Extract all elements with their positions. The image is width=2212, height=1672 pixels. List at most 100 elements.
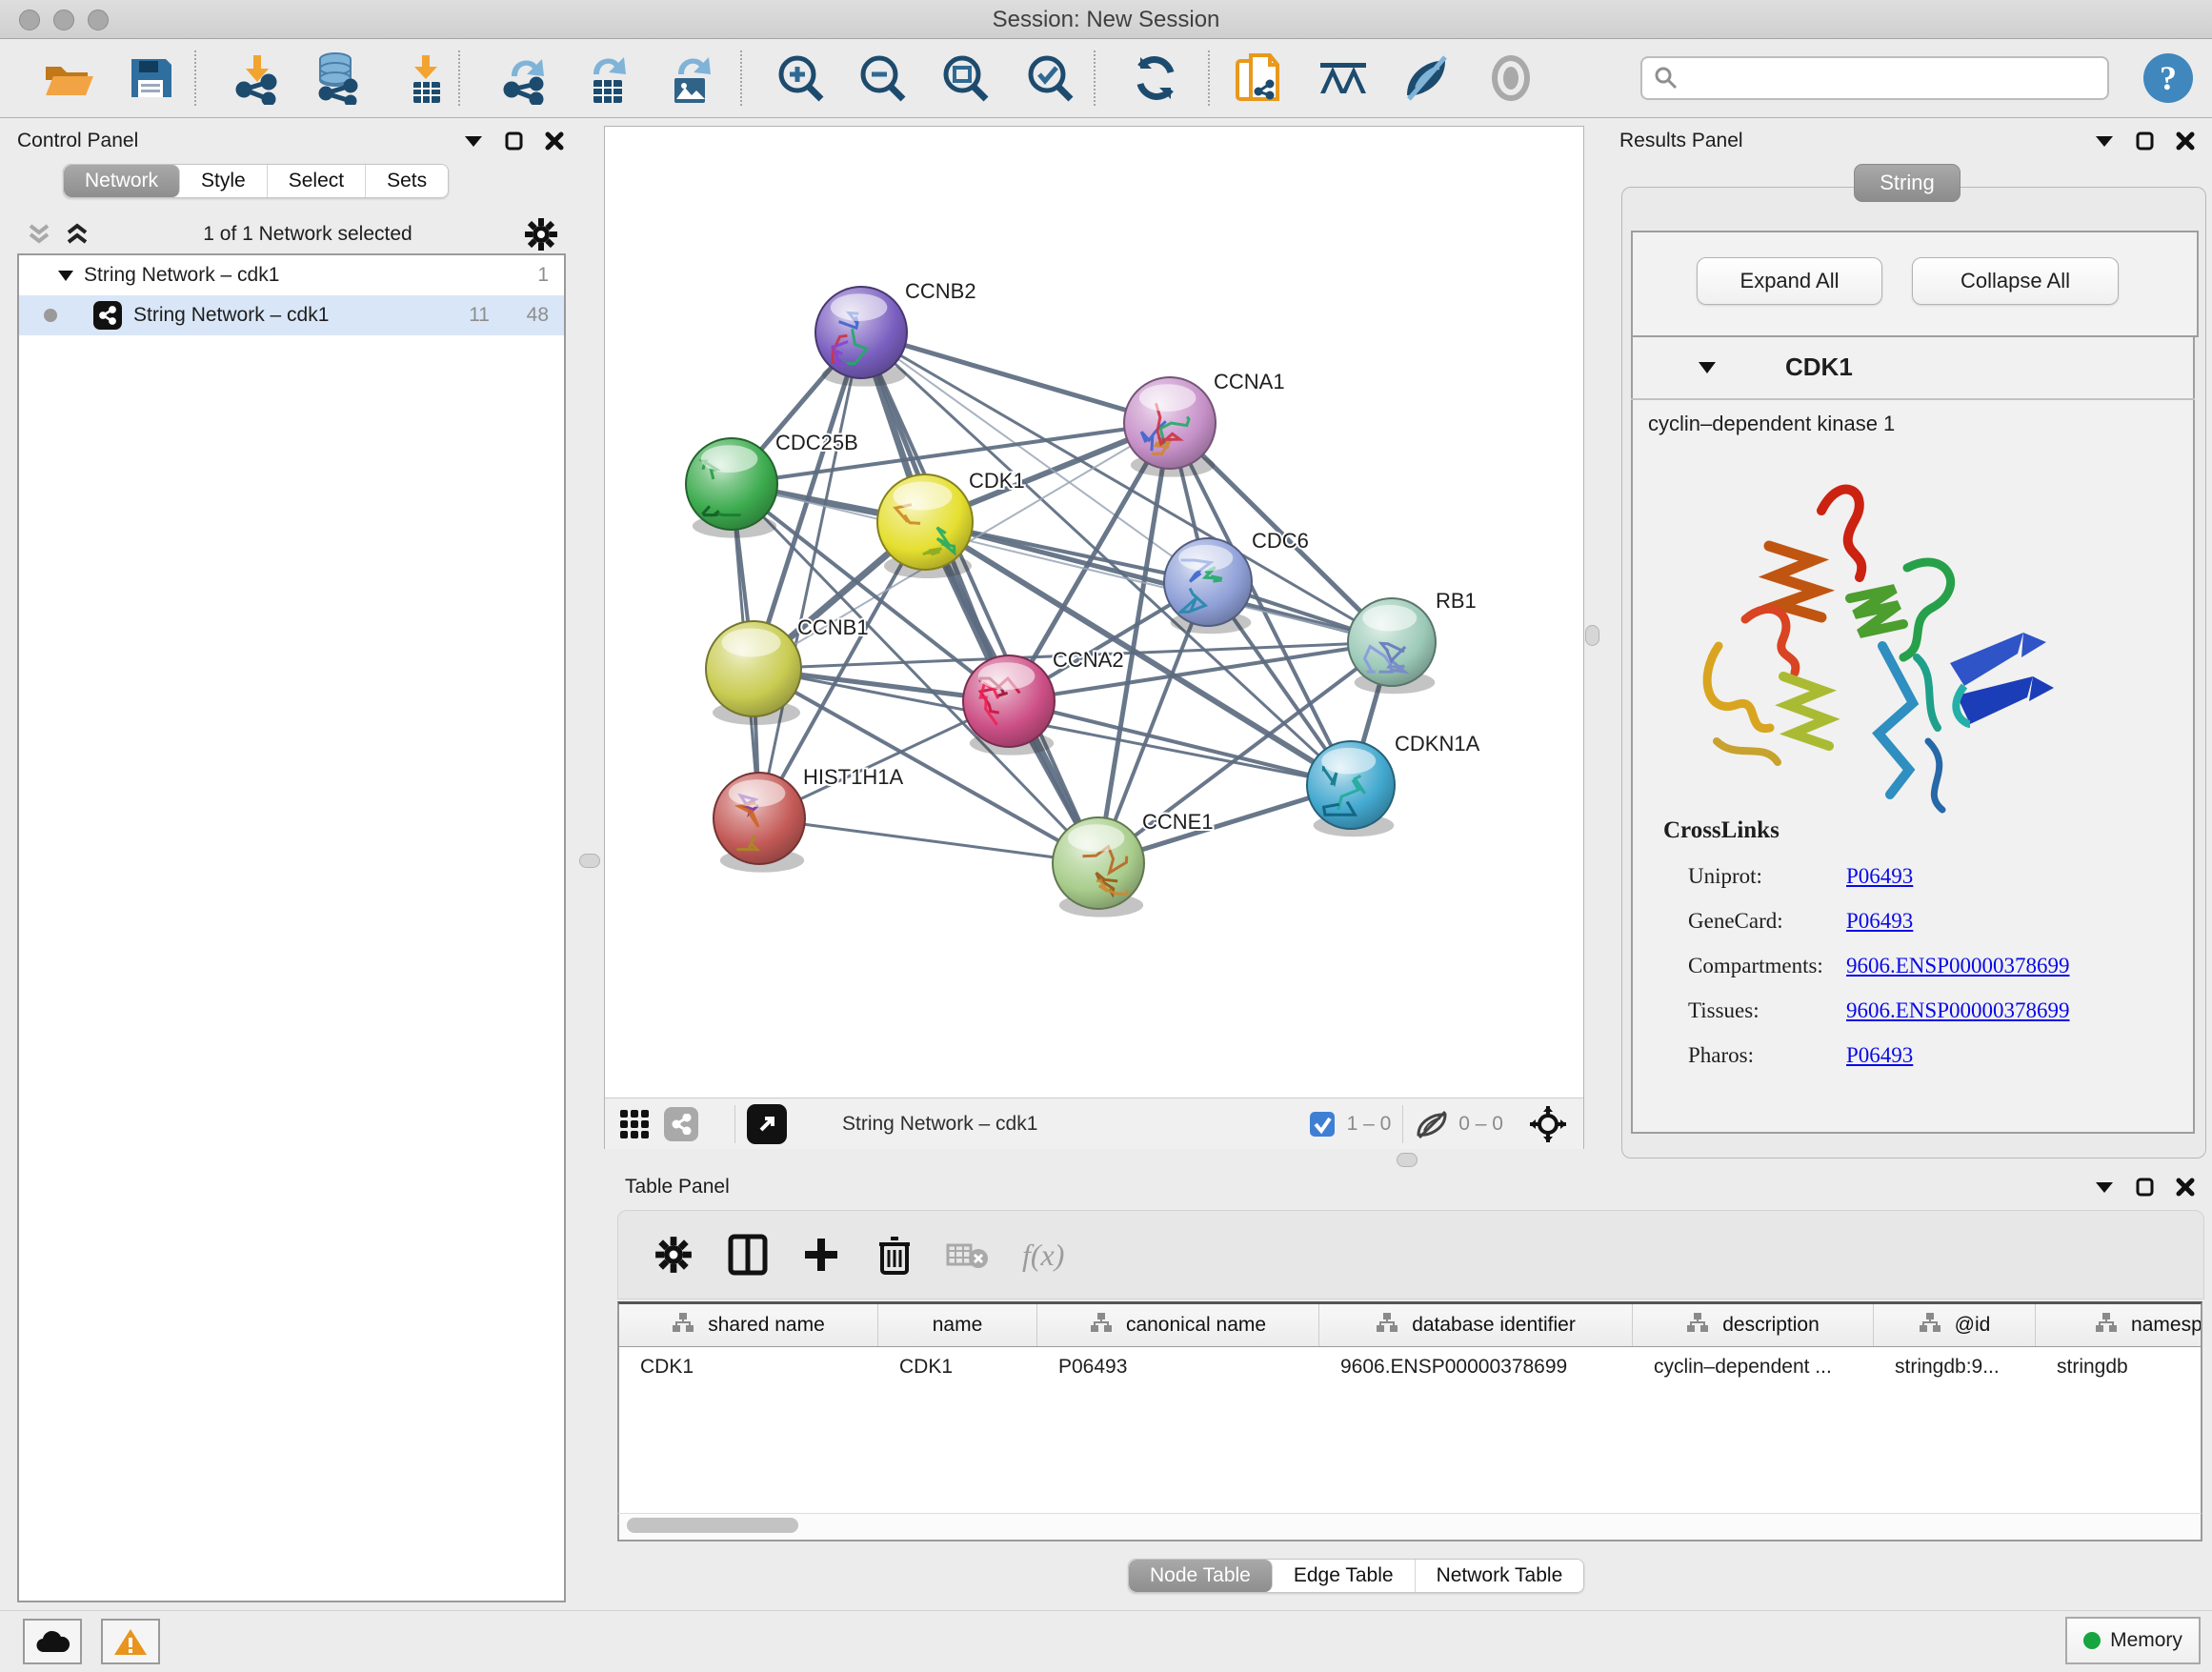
bottom-splitter-handle[interactable] <box>1397 1153 1418 1167</box>
show-columns-icon[interactable] <box>727 1233 769 1277</box>
collapse-all-icon[interactable] <box>25 222 53 247</box>
protein-section-header[interactable]: CDK1 <box>1631 335 2195 400</box>
column-header-description[interactable]: description <box>1633 1304 1874 1346</box>
cloud-button[interactable] <box>23 1619 82 1664</box>
network-selection-status: 1 of 1 Network selected <box>91 223 524 246</box>
add-column-icon[interactable] <box>801 1235 841 1275</box>
node-HIST1H1A[interactable] <box>714 773 805 873</box>
collapse-all-button[interactable]: Collapse All <box>1912 257 2119 305</box>
zoom-fit-button[interactable] <box>935 49 995 108</box>
crosslink-row: Pharos:P06493 <box>1663 1043 2178 1068</box>
panel-close-icon[interactable] <box>2176 131 2195 151</box>
search-input[interactable] <box>1679 67 2082 91</box>
right-splitter-handle[interactable] <box>1585 625 1599 646</box>
zoom-in-button[interactable] <box>771 49 830 108</box>
node-CDC25B[interactable] <box>686 438 777 538</box>
panel-menu-icon[interactable] <box>2094 134 2115 148</box>
column-header-namespac[interactable]: namespac <box>2036 1304 2202 1346</box>
birds-eye-icon[interactable] <box>1528 1104 1568 1144</box>
tab-select[interactable]: Select <box>268 165 366 197</box>
edge-CDK1-RB1[interactable] <box>925 522 1392 642</box>
node-CCNE1[interactable] <box>1053 817 1144 917</box>
edge-CCNB2-CCNA1[interactable] <box>861 332 1170 423</box>
tab-network[interactable]: Network <box>64 165 180 197</box>
table-hscrollbar-thumb[interactable] <box>627 1518 798 1533</box>
memory-button[interactable]: Memory <box>2065 1617 2201 1664</box>
hide-selected-button[interactable] <box>1397 49 1456 108</box>
column-header-shared-name[interactable]: shared name <box>619 1304 878 1346</box>
tab-edge-table[interactable]: Edge Table <box>1273 1560 1416 1592</box>
panel-float-icon[interactable] <box>2136 1178 2155 1197</box>
control-panel-tabs: Network Style Select Sets <box>63 164 449 198</box>
export-image-button[interactable] <box>660 49 719 108</box>
string-view-icon[interactable] <box>664 1107 698 1141</box>
tab-style[interactable]: Style <box>180 165 268 197</box>
network-options-gear-icon[interactable] <box>524 217 558 252</box>
warnings-button[interactable] <box>101 1619 160 1664</box>
node-CCNA2[interactable] <box>963 655 1055 755</box>
zoom-selected-button[interactable] <box>1020 49 1079 108</box>
export-table-button[interactable] <box>577 49 636 108</box>
panel-menu-icon[interactable] <box>2094 1180 2115 1194</box>
node-RB1[interactable] <box>1348 598 1436 694</box>
import-network-database-button[interactable] <box>308 49 367 108</box>
crosslink-link[interactable]: 9606.ENSP00000378699 <box>1846 998 2070 1023</box>
table-row[interactable]: CDK1CDK1P064939606.ENSP00000378699cyclin… <box>619 1347 2201 1389</box>
expand-all-button[interactable]: Expand All <box>1697 257 1882 305</box>
save-session-button[interactable] <box>121 49 180 108</box>
detach-view-icon[interactable] <box>747 1104 787 1144</box>
panel-close-icon[interactable] <box>545 131 564 151</box>
tree-expand-icon[interactable] <box>57 269 74 282</box>
panel-float-icon[interactable] <box>505 131 524 151</box>
section-collapse-icon[interactable] <box>1698 360 1717 374</box>
open-session-button[interactable] <box>37 49 96 108</box>
panel-menu-icon[interactable] <box>463 134 484 148</box>
help-button[interactable]: ? <box>2139 49 2198 108</box>
zoom-out-button[interactable] <box>853 49 912 108</box>
network-canvas[interactable]: CCNB2CCNA1CDC25BCDK1CDC6RB1CCNB1CCNA2CDK… <box>605 127 1583 1098</box>
table-hscrollbar[interactable] <box>617 1513 2202 1541</box>
column-header-label: database identifier <box>1412 1314 1576 1337</box>
show-all-button[interactable] <box>1481 49 1540 108</box>
left-splitter-handle[interactable] <box>579 854 600 868</box>
network-row-selected[interactable]: String Network – cdk1 11 48 <box>19 295 564 335</box>
copy-style-button[interactable] <box>1229 49 1288 108</box>
crosslink-link[interactable]: P06493 <box>1846 864 1913 889</box>
edge-HIST1H1A-CCNE1[interactable] <box>759 818 1098 863</box>
crosslink-link[interactable]: 9606.ENSP00000378699 <box>1846 954 2070 978</box>
function-builder-icon: f(x) <box>1022 1238 1064 1273</box>
column-header-name[interactable]: name <box>878 1304 1037 1346</box>
import-table-file-button[interactable] <box>395 49 454 108</box>
tab-network-table[interactable]: Network Table <box>1416 1560 1584 1592</box>
grid-view-icon[interactable] <box>618 1108 651 1140</box>
node-label-CDK1: CDK1 <box>969 469 1025 493</box>
tab-node-table[interactable]: Node Table <box>1129 1560 1273 1592</box>
export-network-button[interactable] <box>495 49 554 108</box>
selected-checkbox-icon[interactable] <box>1309 1111 1336 1138</box>
table-options-gear-icon[interactable] <box>654 1236 693 1274</box>
node-CCNB2[interactable] <box>815 287 907 387</box>
node-CDC6[interactable] <box>1164 538 1252 634</box>
tab-sets[interactable]: Sets <box>366 165 448 197</box>
expand-all-icon[interactable] <box>63 222 91 247</box>
refresh-button[interactable] <box>1126 49 1185 108</box>
panel-float-icon[interactable] <box>2136 131 2155 151</box>
panel-close-icon[interactable] <box>2176 1178 2195 1197</box>
node-CCNA1[interactable] <box>1124 377 1216 477</box>
crosslink-link[interactable]: P06493 <box>1846 1043 1913 1068</box>
column-type-icon <box>672 1312 694 1339</box>
cloud-icon <box>34 1629 70 1654</box>
delete-column-icon[interactable] <box>875 1233 914 1277</box>
tab-string-results[interactable]: String <box>1854 164 1961 202</box>
search-field[interactable] <box>1640 56 2109 100</box>
crosslink-link[interactable]: P06493 <box>1846 909 1913 934</box>
node-CDKN1A[interactable] <box>1307 741 1395 836</box>
column-header-canonical-name[interactable]: canonical name <box>1037 1304 1319 1346</box>
first-neighbors-button[interactable] <box>1314 49 1373 108</box>
import-network-file-button[interactable] <box>228 49 287 108</box>
node-CCNB1[interactable] <box>706 621 801 725</box>
column-header--id[interactable]: @id <box>1874 1304 2036 1346</box>
node-CDK1[interactable] <box>877 474 973 578</box>
column-header-database-identifier[interactable]: database identifier <box>1319 1304 1633 1346</box>
network-collection-row[interactable]: String Network – cdk1 1 <box>19 255 564 295</box>
